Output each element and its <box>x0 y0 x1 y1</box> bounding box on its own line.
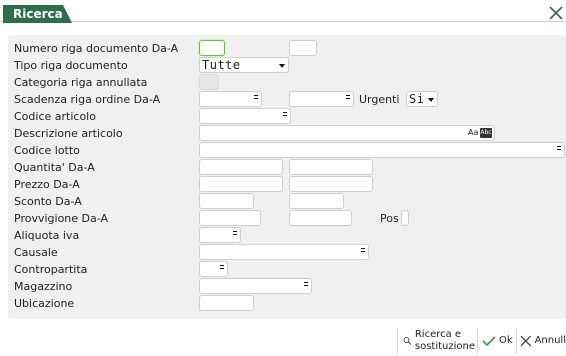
field-menu-icon[interactable] <box>233 231 237 238</box>
aliquota-iva-label: Aliquota iva <box>14 229 80 242</box>
search-replace-button[interactable]: Ricerca e sostituzione <box>403 327 475 355</box>
field-menu-icon[interactable] <box>304 282 308 289</box>
tipo-riga-value: Tutte <box>202 58 241 72</box>
footer-divider <box>516 328 517 354</box>
contropartita-input[interactable] <box>199 261 228 277</box>
search-replace-label-line1: Ricerca e <box>414 329 462 340</box>
codice-lotto-label: Codice lotto <box>14 144 80 157</box>
ok-button[interactable]: Ok <box>482 327 516 355</box>
prezzo-to-input[interactable] <box>289 176 373 192</box>
sconto-from-input[interactable] <box>199 193 254 209</box>
footer-divider <box>397 328 398 354</box>
search-icon <box>403 337 412 345</box>
provvigione-from-input[interactable] <box>199 210 261 226</box>
ubicazione-label: Ubicazione <box>14 297 75 310</box>
cancel-label: Annull <box>534 335 566 346</box>
scadenza-from-input[interactable] <box>199 91 262 107</box>
chevron-down-icon <box>428 98 434 102</box>
case-sensitive-icon[interactable]: Aa <box>468 127 478 139</box>
close-icon <box>520 335 532 347</box>
quantita-to-input[interactable] <box>289 159 373 175</box>
pos-label: Pos <box>380 212 399 225</box>
search-replace-label: Ricerca e sostituzione <box>415 329 475 353</box>
descrizione-articolo-label: Descrizione articolo <box>14 127 123 140</box>
urgenti-select[interactable]: Si <box>406 91 438 107</box>
prezzo-label: Prezzo Da-A <box>14 178 80 191</box>
numero-riga-label: Numero riga documento Da-A <box>14 42 179 55</box>
prezzo-from-input[interactable] <box>199 176 283 192</box>
field-menu-icon[interactable] <box>283 112 287 119</box>
title-tab: Ricerca <box>3 5 73 23</box>
numero-riga-to-input[interactable] <box>289 40 317 56</box>
scadenza-label: Scadenza riga ordine Da-A <box>14 93 161 106</box>
field-menu-icon[interactable] <box>220 265 224 272</box>
urgenti-value: Si <box>409 92 425 106</box>
numero-riga-from-input[interactable] <box>199 40 225 56</box>
footer-divider <box>477 328 478 354</box>
dialog-title: Ricerca <box>13 7 63 21</box>
tipo-riga-label: Tipo riga documento <box>14 59 128 72</box>
urgenti-label: Urgenti <box>359 93 400 106</box>
field-menu-icon[interactable] <box>346 95 350 102</box>
spellcheck-icon[interactable]: Abc <box>480 128 492 138</box>
field-menu-icon[interactable] <box>361 248 365 255</box>
ok-label: Ok <box>499 335 513 346</box>
contropartita-label: Contropartita <box>14 263 88 276</box>
aliquota-iva-input[interactable] <box>199 227 241 243</box>
title-bar: Ricerca <box>0 0 566 23</box>
categoria-annullata-checkbox[interactable] <box>199 74 219 90</box>
causale-input[interactable] <box>199 244 369 260</box>
provvigione-label: Provvigione Da-A <box>14 212 108 225</box>
sconto-label: Sconto Da-A <box>14 195 82 208</box>
search-dialog: Ricerca Numero riga documento Da-A Tipo … <box>0 0 566 356</box>
tipo-riga-select[interactable]: Tutte <box>199 57 289 73</box>
quantita-from-input[interactable] <box>199 159 283 175</box>
categoria-annullata-label: Categoria riga annullata <box>14 76 148 89</box>
causale-label: Causale <box>14 246 58 259</box>
cancel-button[interactable]: Annull <box>520 327 566 355</box>
descrizione-articolo-input[interactable]: Aa Abc <box>199 125 495 141</box>
magazzino-label: Magazzino <box>14 280 73 293</box>
scadenza-to-input[interactable] <box>289 91 354 107</box>
chevron-down-icon <box>279 64 285 68</box>
close-icon <box>549 6 563 20</box>
sconto-to-input[interactable] <box>289 193 344 209</box>
quantita-label: Quantita' Da-A <box>14 161 95 174</box>
provvigione-to-input[interactable] <box>289 210 352 226</box>
field-menu-icon[interactable] <box>254 95 258 102</box>
pos-input[interactable] <box>401 210 409 226</box>
search-replace-label-line2: sostituzione <box>414 341 475 352</box>
magazzino-input[interactable] <box>199 278 312 294</box>
close-button[interactable] <box>548 5 564 21</box>
codice-lotto-input[interactable] <box>199 142 565 158</box>
ubicazione-input[interactable] <box>199 295 254 311</box>
codice-articolo-input[interactable] <box>199 108 291 124</box>
field-menu-icon[interactable] <box>557 146 561 153</box>
checkmark-icon <box>482 336 496 347</box>
codice-articolo-label: Codice articolo <box>14 110 96 123</box>
